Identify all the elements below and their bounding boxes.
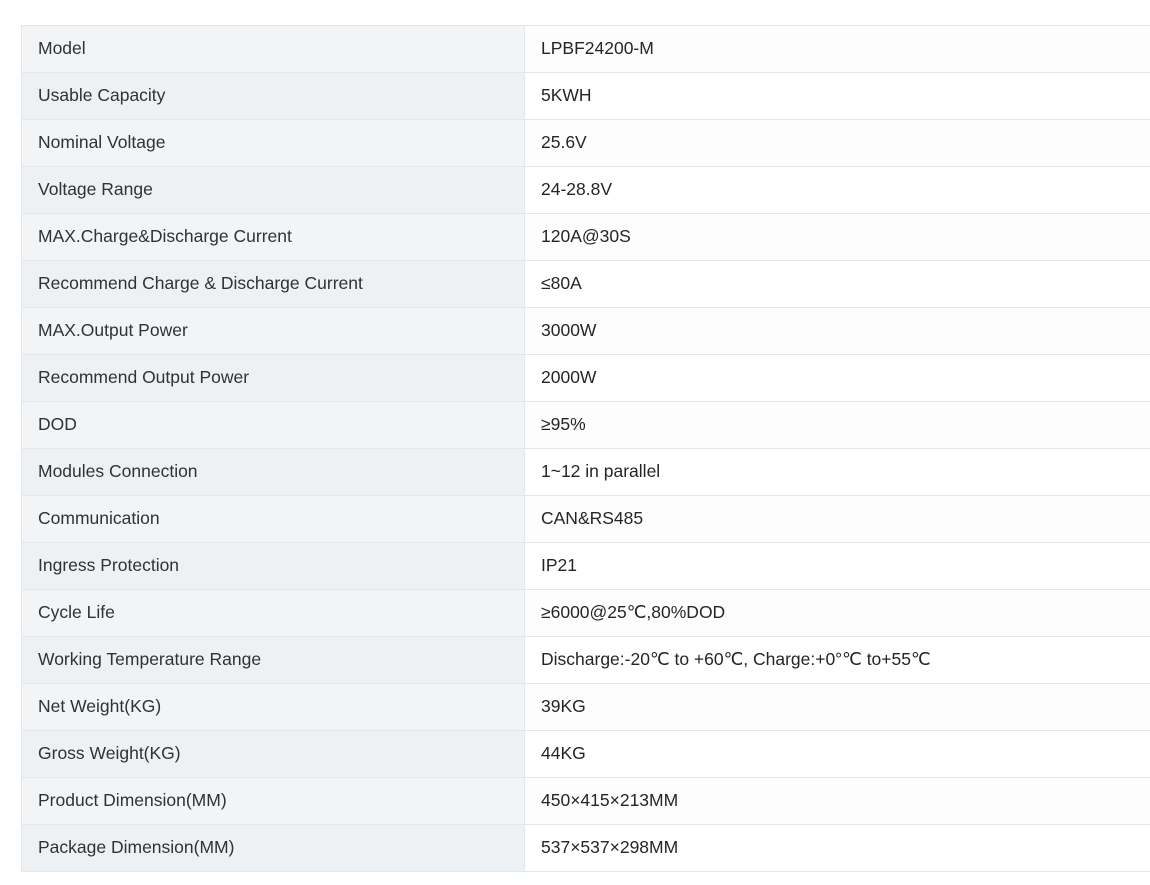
table-row: MAX.Charge&Discharge Current 120A@30S <box>21 213 1150 261</box>
table-row: Working Temperature Range Discharge:-20℃… <box>21 636 1150 684</box>
table-row: Communication CAN&RS485 <box>21 495 1150 543</box>
spec-value-communication: CAN&RS485 <box>524 495 1150 543</box>
spec-label-working-temperature-range: Working Temperature Range <box>21 636 525 684</box>
spec-label-max-output-power: MAX.Output Power <box>21 307 525 355</box>
spec-value-max-charge-discharge-current: 120A@30S <box>524 213 1150 261</box>
spec-label-gross-weight: Gross Weight(KG) <box>21 730 525 778</box>
spec-value-ingress-protection: IP21 <box>524 542 1150 590</box>
spec-value-working-temperature-range: Discharge:-20℃ to +60℃, Charge:+0°℃ to+5… <box>524 636 1150 684</box>
spec-label-dod: DOD <box>21 401 525 449</box>
table-row: Product Dimension(MM) 450×415×213MM <box>21 777 1150 825</box>
spec-label-voltage-range: Voltage Range <box>21 166 525 214</box>
table-row: Ingress Protection IP21 <box>21 542 1150 590</box>
table-row: DOD ≥95% <box>21 401 1150 449</box>
spec-label-max-charge-discharge-current: MAX.Charge&Discharge Current <box>21 213 525 261</box>
table-row: Model LPBF24200-M <box>21 25 1150 73</box>
table-row: Voltage Range 24-28.8V <box>21 166 1150 214</box>
product-specification-sheet: Model LPBF24200-M Usable Capacity 5KWH N… <box>0 0 1150 885</box>
spec-value-product-dimension: 450×415×213MM <box>524 777 1150 825</box>
spec-label-product-dimension: Product Dimension(MM) <box>21 777 525 825</box>
spec-value-model: LPBF24200-M <box>524 25 1150 73</box>
spec-label-recommend-charge-discharge-current: Recommend Charge & Discharge Current <box>21 260 525 308</box>
spec-value-recommend-charge-discharge-current: ≤80A <box>524 260 1150 308</box>
spec-label-package-dimension: Package Dimension(MM) <box>21 824 525 872</box>
spec-value-net-weight: 39KG <box>524 683 1150 731</box>
table-row: Cycle Life ≥6000@25℃,80%DOD <box>21 589 1150 637</box>
spec-value-cycle-life: ≥6000@25℃,80%DOD <box>524 589 1150 637</box>
table-row: Usable Capacity 5KWH <box>21 72 1150 120</box>
spec-label-ingress-protection: Ingress Protection <box>21 542 525 590</box>
spec-value-usable-capacity: 5KWH <box>524 72 1150 120</box>
spec-label-cycle-life: Cycle Life <box>21 589 525 637</box>
spec-label-net-weight: Net Weight(KG) <box>21 683 525 731</box>
table-row: Net Weight(KG) 39KG <box>21 683 1150 731</box>
specification-table: Model LPBF24200-M Usable Capacity 5KWH N… <box>21 25 1150 872</box>
spec-label-usable-capacity: Usable Capacity <box>21 72 525 120</box>
spec-value-max-output-power: 3000W <box>524 307 1150 355</box>
table-row: Recommend Output Power 2000W <box>21 354 1150 402</box>
table-row: Modules Connection 1~12 in parallel <box>21 448 1150 496</box>
table-row: Recommend Charge & Discharge Current ≤80… <box>21 260 1150 308</box>
spec-label-recommend-output-power: Recommend Output Power <box>21 354 525 402</box>
spec-value-recommend-output-power: 2000W <box>524 354 1150 402</box>
specification-table-body: Model LPBF24200-M Usable Capacity 5KWH N… <box>21 25 1150 872</box>
table-row: MAX.Output Power 3000W <box>21 307 1150 355</box>
spec-value-voltage-range: 24-28.8V <box>524 166 1150 214</box>
table-row: Package Dimension(MM) 537×537×298MM <box>21 824 1150 872</box>
spec-value-gross-weight: 44KG <box>524 730 1150 778</box>
spec-value-package-dimension: 537×537×298MM <box>524 824 1150 872</box>
spec-value-modules-connection: 1~12 in parallel <box>524 448 1150 496</box>
table-row: Nominal Voltage 25.6V <box>21 119 1150 167</box>
spec-label-nominal-voltage: Nominal Voltage <box>21 119 525 167</box>
spec-label-model: Model <box>21 25 525 73</box>
spec-label-modules-connection: Modules Connection <box>21 448 525 496</box>
spec-label-communication: Communication <box>21 495 525 543</box>
spec-value-dod: ≥95% <box>524 401 1150 449</box>
spec-value-nominal-voltage: 25.6V <box>524 119 1150 167</box>
table-row: Gross Weight(KG) 44KG <box>21 730 1150 778</box>
